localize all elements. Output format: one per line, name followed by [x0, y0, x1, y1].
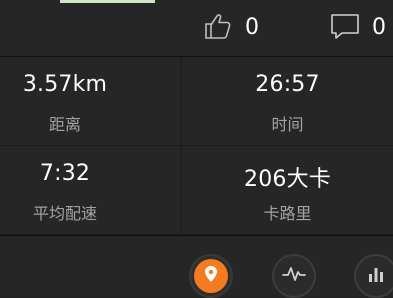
stat-value: 206大卡	[244, 167, 331, 192]
thumbs-up-icon	[203, 11, 233, 45]
stat-label: 平均配速	[32, 204, 97, 223]
top-bar: 0 0	[0, 0, 393, 55]
map-preview-strip	[60, 0, 155, 3]
like-count: 0	[245, 15, 259, 40]
stat-pace: 7:32 平均配速	[0, 146, 181, 234]
stat-value: 7:32	[39, 161, 91, 186]
stats-grid: 3.57km 距离 26:57 时间 7:32 平均配速 206大卡 卡路里	[0, 56, 393, 235]
bar-chart-icon	[367, 265, 385, 287]
stat-distance: 3.57km 距离	[0, 57, 181, 145]
stat-calories: 206大卡 卡路里	[182, 146, 393, 234]
comment-button[interactable]: 0	[330, 10, 386, 46]
heart-rate-tab-button[interactable]	[272, 254, 316, 298]
comment-icon	[330, 11, 360, 45]
like-button[interactable]: 0	[203, 10, 259, 46]
bottom-nav	[0, 235, 393, 298]
comment-count: 0	[372, 15, 386, 40]
map-tab-button[interactable]	[189, 254, 233, 298]
stat-value: 3.57km	[22, 72, 108, 97]
map-pin-icon	[203, 265, 219, 287]
stats-tab-button[interactable]	[354, 254, 393, 298]
heart-rate-icon	[282, 265, 306, 287]
stat-label: 卡路里	[263, 204, 312, 223]
stat-label: 距离	[48, 115, 81, 134]
stat-label: 时间	[271, 115, 304, 134]
stat-value: 26:57	[255, 72, 320, 97]
stat-time: 26:57 时间	[182, 57, 393, 145]
